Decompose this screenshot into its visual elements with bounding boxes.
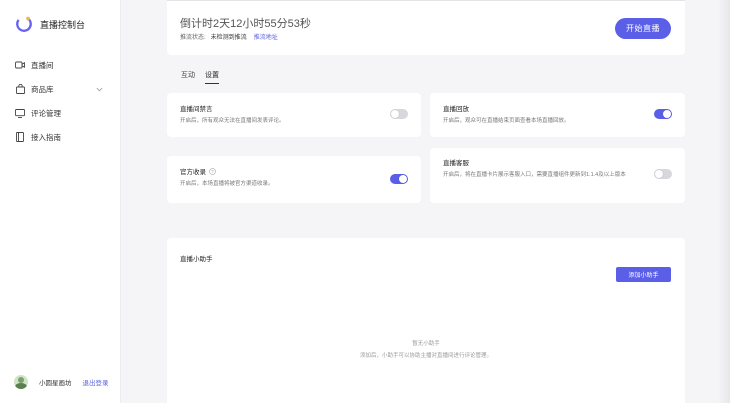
logout-link[interactable]: 退出登录 (83, 377, 109, 387)
username: 小圆星画坊 (39, 380, 72, 387)
empty-state: 暂无小助手 添加后，小助手可以协助主播对直播间进行评论管理。 (167, 339, 685, 359)
toggle-knob (391, 110, 399, 118)
sidebar-nav: 直播间 商品库 评论管理 接入指南 (0, 53, 120, 149)
window-edge-shadow (718, 0, 730, 403)
setting-card-official: 官方收录 ? 开启后，本场直播将被官方渠道收录。 (167, 156, 421, 203)
setting-desc: 开启后，将在直播卡片展示客服入口，需要直播组件更新到1.1.4及以上版本 (443, 172, 626, 178)
brand-title: 直播控制台 (40, 19, 86, 30)
setting-desc: 开启后，所有观众无法在直播间发表评论。 (180, 118, 285, 124)
user-info: 小圆星画坊 退出登录 (14, 375, 109, 389)
stream-address-link[interactable]: 推流地址 (254, 35, 278, 41)
brand: 直播控制台 (15, 15, 85, 33)
start-live-button[interactable]: 开始直播 (615, 18, 671, 39)
setting-card-replay: 直播回放 开启后，观众可在直播结束页面查看本场直播回放。 (430, 93, 685, 137)
setting-desc: 开启后，观众可在直播结束页面查看本场直播回放。 (443, 118, 570, 124)
sidebar-item-label: 直播间 (31, 60, 54, 70)
monitor-icon (15, 108, 25, 118)
toggle-knob (399, 175, 407, 183)
countdown-text: 倒计时2天12小时55分53秒 (180, 18, 311, 30)
setting-title: 直播回放 (443, 106, 469, 113)
sidebar-item-live-room[interactable]: 直播间 (0, 53, 120, 77)
video-icon (15, 60, 25, 70)
sidebar-item-label: 商品库 (31, 84, 54, 94)
tabs: 互动 设置 (181, 70, 229, 84)
setting-title: 直播间禁言 (180, 106, 213, 113)
toggle-knob (663, 110, 671, 118)
tab-settings[interactable]: 设置 (205, 70, 219, 84)
assistant-card: 直播小助手 添加小助手 暂无小助手 添加后，小助手可以协助主播对直播间进行评论管… (167, 238, 685, 403)
avatar (14, 375, 28, 389)
assistant-title: 直播小助手 (180, 256, 213, 263)
sidebar: 直播控制台 直播间 商品库 评论管理 接入指南 小圆星画坊 退出登录 (0, 0, 121, 403)
setting-card-service: 直播客服 开启后，将在直播卡片展示客服入口，需要直播组件更新到1.1.4及以上版… (430, 148, 685, 203)
setting-title-row: 官方收录 ? (180, 166, 216, 176)
chevron-down-icon[interactable] (96, 85, 103, 94)
stream-status-label: 推流状态: (180, 35, 206, 41)
sidebar-item-label: 接入指南 (31, 132, 61, 142)
sidebar-item-label: 评论管理 (31, 108, 61, 118)
countdown-card: 倒计时2天12小时55分53秒 推流状态: 未检测到推流 推流地址 开始直播 (167, 0, 685, 55)
toggle-knob (655, 170, 663, 178)
empty-title: 暂无小助手 (412, 341, 440, 347)
mute-toggle[interactable] (390, 109, 408, 119)
sidebar-item-products[interactable]: 商品库 (0, 77, 120, 101)
official-toggle[interactable] (390, 174, 408, 184)
tab-interaction[interactable]: 互动 (181, 70, 195, 84)
service-toggle[interactable] (654, 169, 672, 179)
stream-status: 推流状态: 未检测到推流 推流地址 (180, 32, 278, 41)
help-icon[interactable]: ? (209, 167, 216, 175)
book-icon (15, 132, 25, 142)
sidebar-item-comments[interactable]: 评论管理 (0, 101, 120, 125)
logo-icon (16, 16, 32, 32)
setting-title: 直播客服 (443, 160, 469, 167)
empty-desc: 添加后，小助手可以协助主播对直播间进行评论管理。 (359, 353, 492, 359)
sidebar-item-guide[interactable]: 接入指南 (0, 125, 120, 149)
add-assistant-button[interactable]: 添加小助手 (616, 267, 671, 282)
svg-text:?: ? (211, 169, 214, 174)
setting-card-mute: 直播间禁言 开启后，所有观众无法在直播间发表评论。 (167, 93, 421, 137)
bag-icon (15, 84, 25, 94)
setting-desc: 开启后，本场直播将被官方渠道收录。 (180, 181, 274, 187)
setting-title: 官方收录 (180, 169, 206, 176)
replay-toggle[interactable] (654, 109, 672, 119)
stream-status-value: 未检测到推流 (210, 35, 247, 41)
